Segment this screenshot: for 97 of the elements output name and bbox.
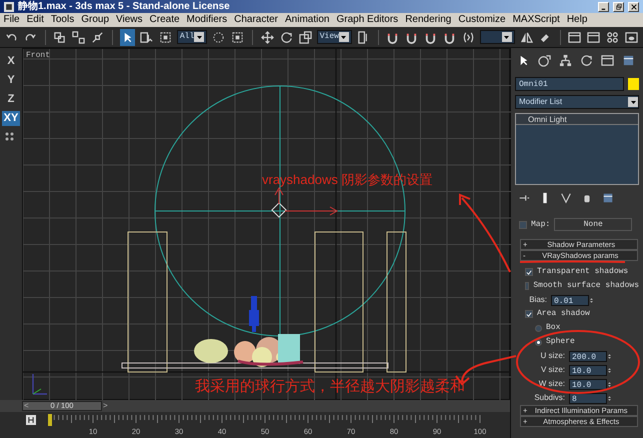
- spinner-field[interactable]: 8: [569, 392, 607, 404]
- viewport-label: Front: [26, 50, 50, 62]
- rotate-icon: [280, 30, 293, 44]
- menu-item[interactable]: Edit: [23, 13, 48, 27]
- checkbox-label: Transparent shadows: [537, 266, 628, 278]
- bottle-drawing: [249, 296, 259, 332]
- restore-button[interactable]: [613, 2, 624, 12]
- region-select-icon: [158, 30, 172, 44]
- object-name-field[interactable]: Omni01: [515, 77, 624, 91]
- menu-item[interactable]: Tools: [47, 13, 78, 27]
- next-frame-button[interactable]: >: [103, 400, 108, 412]
- menu-item[interactable]: Graph Editors: [332, 13, 402, 27]
- current-frame-marker-icon[interactable]: [48, 414, 52, 426]
- command-panel-tab[interactable]: [557, 52, 574, 69]
- spinner-field[interactable]: 0.01: [551, 294, 589, 306]
- menu-item[interactable]: Views: [112, 13, 146, 27]
- spinner-arrows-icon[interactable]: [607, 394, 612, 402]
- axis-gizmo-drawing: [274, 187, 338, 216]
- close-button[interactable]: [628, 2, 639, 12]
- dropdown-arrow-icon[interactable]: [196, 34, 203, 40]
- checkbox[interactable]: [525, 282, 530, 290]
- axis-constraint-button[interactable]: X: [2, 54, 20, 69]
- window-select-icon: [231, 30, 244, 44]
- scale-icon: [298, 30, 312, 44]
- dropdown-field[interactable]: All: [176, 30, 208, 44]
- spinner-label: W size:: [538, 378, 565, 390]
- spinner-field[interactable]: 200.0: [569, 350, 607, 362]
- spinner-field[interactable]: 10.0: [569, 364, 607, 376]
- menu-item[interactable]: Animation: [282, 13, 333, 27]
- toolbar-button[interactable]: [120, 28, 135, 46]
- toolbar-button[interactable]: [71, 28, 86, 46]
- monitor-icon: [601, 54, 614, 67]
- menu-item[interactable]: Modifiers: [183, 13, 231, 27]
- menu-item[interactable]: Group: [78, 13, 113, 27]
- circle-select-icon: [212, 30, 226, 44]
- checkbox[interactable]: [525, 268, 533, 276]
- minimize-button[interactable]: [598, 2, 609, 12]
- unlink-icon: [72, 30, 86, 44]
- dropdown-arrow-icon[interactable]: [630, 98, 636, 106]
- axis-constraint-button[interactable]: Y: [2, 73, 20, 88]
- dropdown-arrow-icon[interactable]: [340, 34, 348, 40]
- spinner-arrows-icon[interactable]: [607, 352, 612, 360]
- spinner-arrows-icon[interactable]: [607, 380, 612, 388]
- spinner-arrows-icon[interactable]: [589, 296, 594, 304]
- spinner-label: V size:: [540, 364, 565, 376]
- object-color-swatch[interactable]: [628, 78, 639, 90]
- bind-icon: [91, 30, 104, 44]
- menu-item[interactable]: Customize: [454, 13, 510, 27]
- spinner-label: Bias:: [528, 294, 547, 306]
- light-gizmo-icon[interactable]: [271, 202, 287, 218]
- toolbar-button[interactable]: [298, 28, 313, 46]
- stack-item[interactable]: Omni Light: [516, 114, 638, 125]
- link-icon: [53, 30, 66, 44]
- close-icon: [630, 2, 638, 10]
- dropdown-arrow-icon[interactable]: [503, 34, 510, 40]
- spinner-field[interactable]: 10.0: [569, 378, 607, 390]
- dropdown-field[interactable]: [480, 30, 515, 44]
- checkbox-label: Area shadow: [537, 308, 590, 320]
- menu-item[interactable]: Rendering: [402, 13, 455, 27]
- app-icon: [4, 2, 14, 12]
- checkbox-label: Smooth surface shadows: [533, 280, 639, 292]
- menu-item[interactable]: Help: [563, 13, 591, 27]
- mirror-icon: [520, 30, 533, 44]
- restore-icon: [614, 2, 622, 10]
- radio-dot-icon: [537, 340, 540, 344]
- spinner-arrows-icon[interactable]: [607, 366, 612, 374]
- bracket-icon: [462, 30, 476, 44]
- axis-tripod-icon: [32, 373, 48, 395]
- dropdown-field[interactable]: View: [316, 30, 352, 44]
- axis-constraint-button[interactable]: Z: [2, 92, 20, 107]
- menu-item[interactable]: Character: [230, 13, 282, 27]
- menu-item[interactable]: MAXScript: [509, 13, 564, 27]
- grid-icon: [606, 30, 619, 44]
- radio-label: Box: [546, 322, 560, 334]
- spinner-label: Subdivs:: [533, 392, 565, 404]
- axis-constraint-button[interactable]: XY: [2, 111, 20, 126]
- move-icon: [260, 30, 274, 44]
- map-button[interactable]: None: [554, 218, 632, 231]
- modifier-list-dropdown[interactable]: Modifier List: [515, 95, 639, 109]
- radio-button[interactable]: [535, 324, 542, 332]
- checkbox[interactable]: [525, 310, 533, 318]
- menu-item[interactable]: Create: [146, 13, 184, 27]
- window-icon: [568, 30, 581, 44]
- map-checkbox[interactable]: [519, 220, 527, 228]
- select-list-icon: [140, 30, 153, 44]
- toolbar-button[interactable]: [260, 28, 275, 46]
- checkmark-icon: [526, 310, 532, 318]
- hierarchy-icon: [559, 54, 572, 67]
- menu-item[interactable]: File: [0, 13, 24, 27]
- window-title: 静物1.max - 3ds max 5 - Stand-alone License: [18, 0, 231, 13]
- key-mode-icon[interactable]: [26, 415, 36, 425]
- spinner-label: U size:: [540, 350, 565, 362]
- checkmark-icon: [526, 268, 532, 276]
- map-label: Map:: [531, 218, 550, 230]
- window-icon: [586, 30, 600, 44]
- radio-label: Sphere: [546, 336, 575, 348]
- modifier-stack[interactable]: Omni Light: [515, 113, 639, 185]
